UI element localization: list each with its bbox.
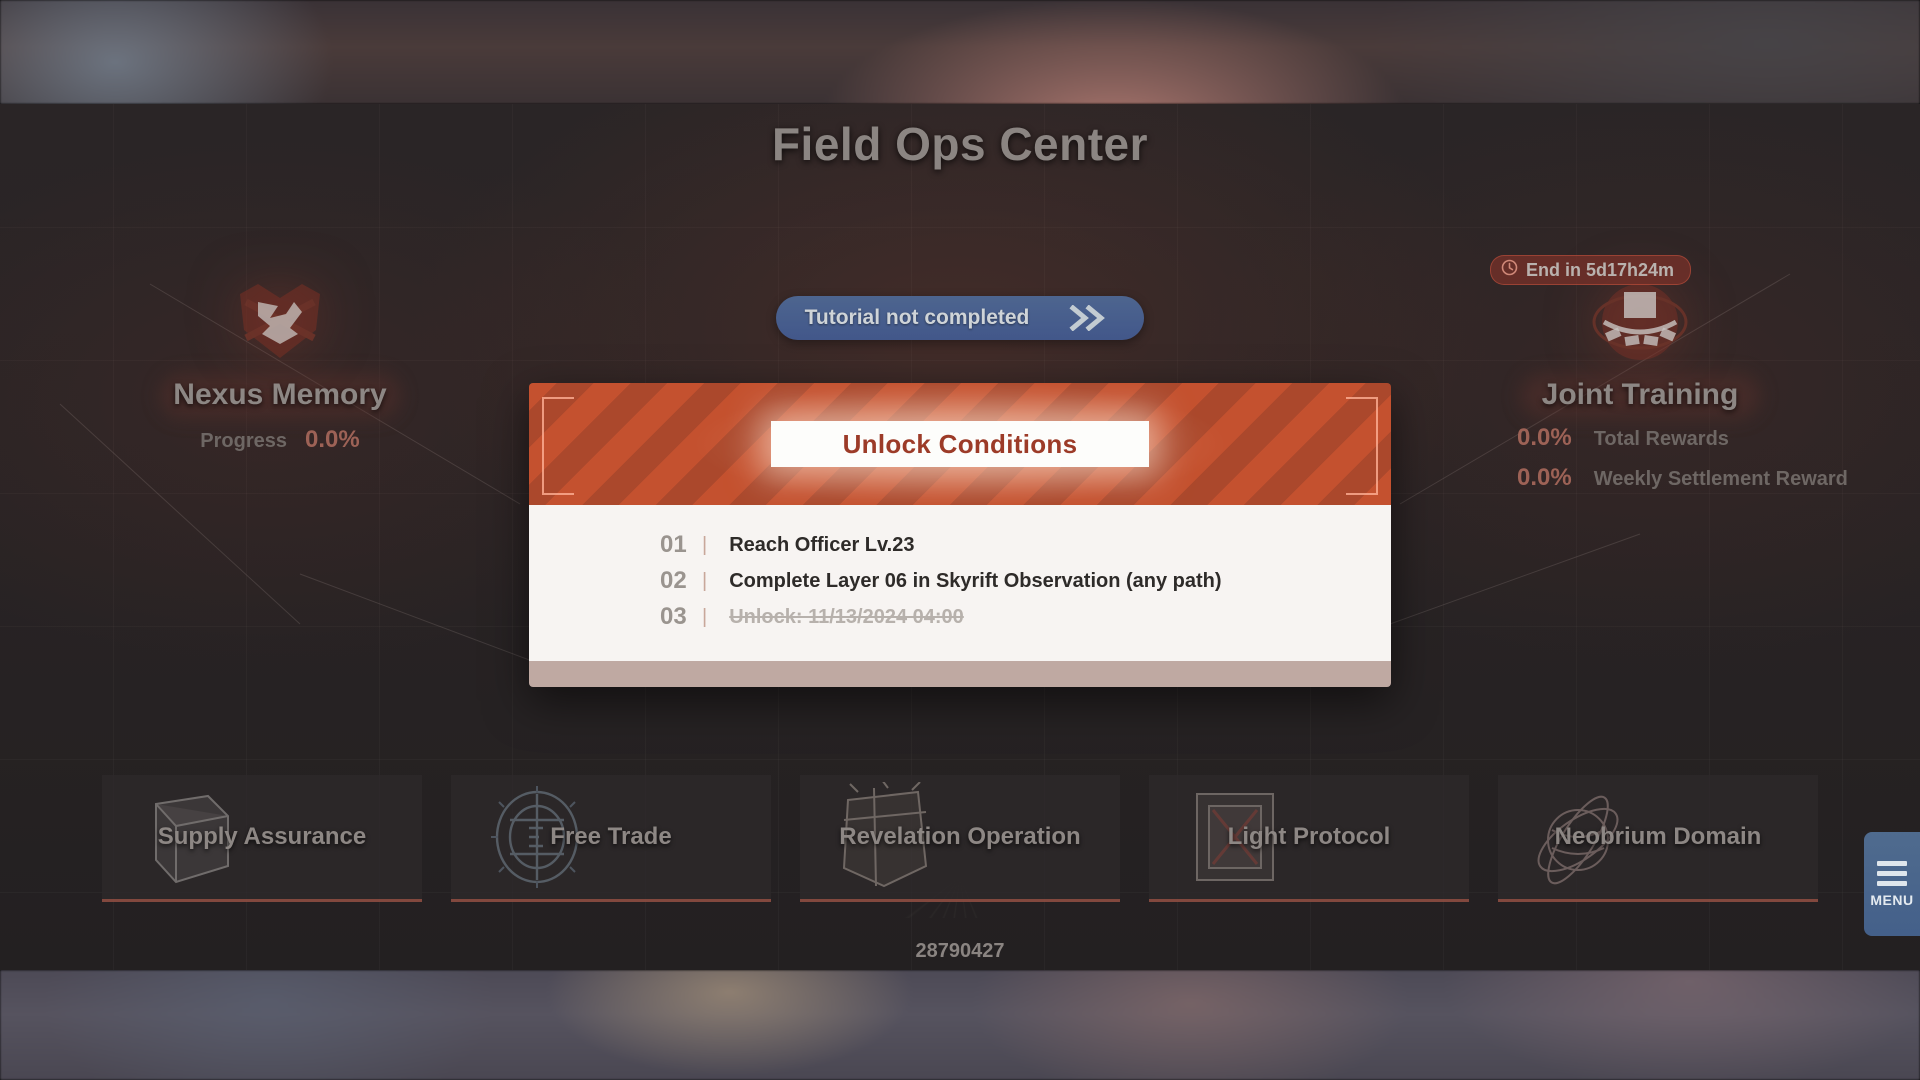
dialog-title: Unlock Conditions [842,428,1078,459]
dialog-header-striped: Unlock Conditions [529,383,1391,505]
left-panel-stat-value: 0.0% [305,426,360,453]
tab-free-trade[interactable]: Free Trade [451,775,771,902]
dialog-body: 01 | Reach Officer Lv.23 02 | Complete L… [529,505,1391,661]
tab-light-protocol[interactable]: Light Protocol [1149,775,1469,902]
event-timer-text: End in 5d17h24m [1526,259,1675,280]
hamburger-icon [1877,860,1907,886]
condition-separator: | [702,569,708,592]
right-panel-stat-value-total: 0.0% [1517,424,1572,451]
tab-supply-assurance[interactable]: Supply Assurance [102,775,422,902]
tab-label: Light Protocol [1227,823,1391,850]
feature-tab-bar: Supply Assurance Free Trade Revelation O… [0,775,1920,902]
unlock-conditions-dialog: Unlock Conditions 01 | Reach Officer Lv.… [529,383,1391,687]
tab-neobrium-domain[interactable]: Neobrium Domain [1498,775,1818,902]
user-id-label: 28790427 [915,940,1005,962]
page-title: Field Ops Center [771,118,1149,170]
condition-separator: | [702,605,708,628]
right-feature-panel[interactable]: Joint Training 0.0% Total Rewards 0.0% W… [1425,272,1855,492]
condition-number: 03 [660,603,687,630]
condition-text: Complete Layer 06 in Skyrift Observation… [729,569,1222,592]
background-bleed-bottom [0,970,1920,1080]
clock-icon [1501,259,1518,281]
condition-number: 02 [660,567,687,594]
tab-label: Neobrium Domain [1554,823,1762,850]
right-panel-stat-value-weekly: 0.0% [1517,464,1572,491]
right-panel-stat-row-weekly: 0.0% Weekly Settlement Reward [1425,464,1855,492]
tutorial-status-label: Tutorial not completed [804,306,1030,329]
condition-row: 02 | Complete Layer 06 in Skyrift Observ… [529,563,1391,599]
right-panel-name: Joint Training [1425,378,1855,412]
tutorial-status-button[interactable]: Tutorial not completed [776,296,1144,340]
dialog-title-plate: Unlock Conditions [771,421,1149,467]
left-panel-name: Nexus Memory [65,378,495,412]
left-feature-panel[interactable]: Nexus Memory Progress 0.0% [65,272,495,454]
header-bracket-left-icon [542,397,574,495]
left-panel-stat-label: Progress [200,430,287,452]
right-panel-stat-row-total: 0.0% Total Rewards [1425,424,1855,452]
condition-separator: | [702,533,708,556]
left-panel-stat-row: Progress 0.0% [65,426,495,454]
background-bleed-top [0,0,1920,104]
menu-button[interactable]: MENU [1864,832,1920,936]
header-bracket-right-icon [1346,397,1378,495]
tab-label: Revelation Operation [839,823,1081,850]
condition-number: 01 [660,531,687,558]
condition-row: 03 | Unlock: 11/13/2024 04:00 [529,599,1391,635]
tab-label: Free Trade [550,823,672,850]
crossed-swords-crest-icon [65,272,495,376]
arena-dome-icon [1425,272,1855,376]
condition-text: Unlock: 11/13/2024 04:00 [729,605,964,628]
menu-button-label: MENU [1870,891,1914,908]
right-panel-stat-label-weekly: Weekly Settlement Reward [1593,468,1848,490]
condition-row: 01 | Reach Officer Lv.23 [529,527,1391,563]
double-chevron-right-icon [1069,305,1109,331]
dialog-footer-bar [529,661,1391,687]
tab-label: Supply Assurance [157,823,367,850]
condition-text: Reach Officer Lv.23 [729,533,915,556]
right-panel-stat-label-total: Total Rewards [1593,428,1729,450]
tab-revelation-operation[interactable]: Revelation Operation [800,775,1120,902]
event-timer-chip: End in 5d17h24m [1490,255,1692,285]
